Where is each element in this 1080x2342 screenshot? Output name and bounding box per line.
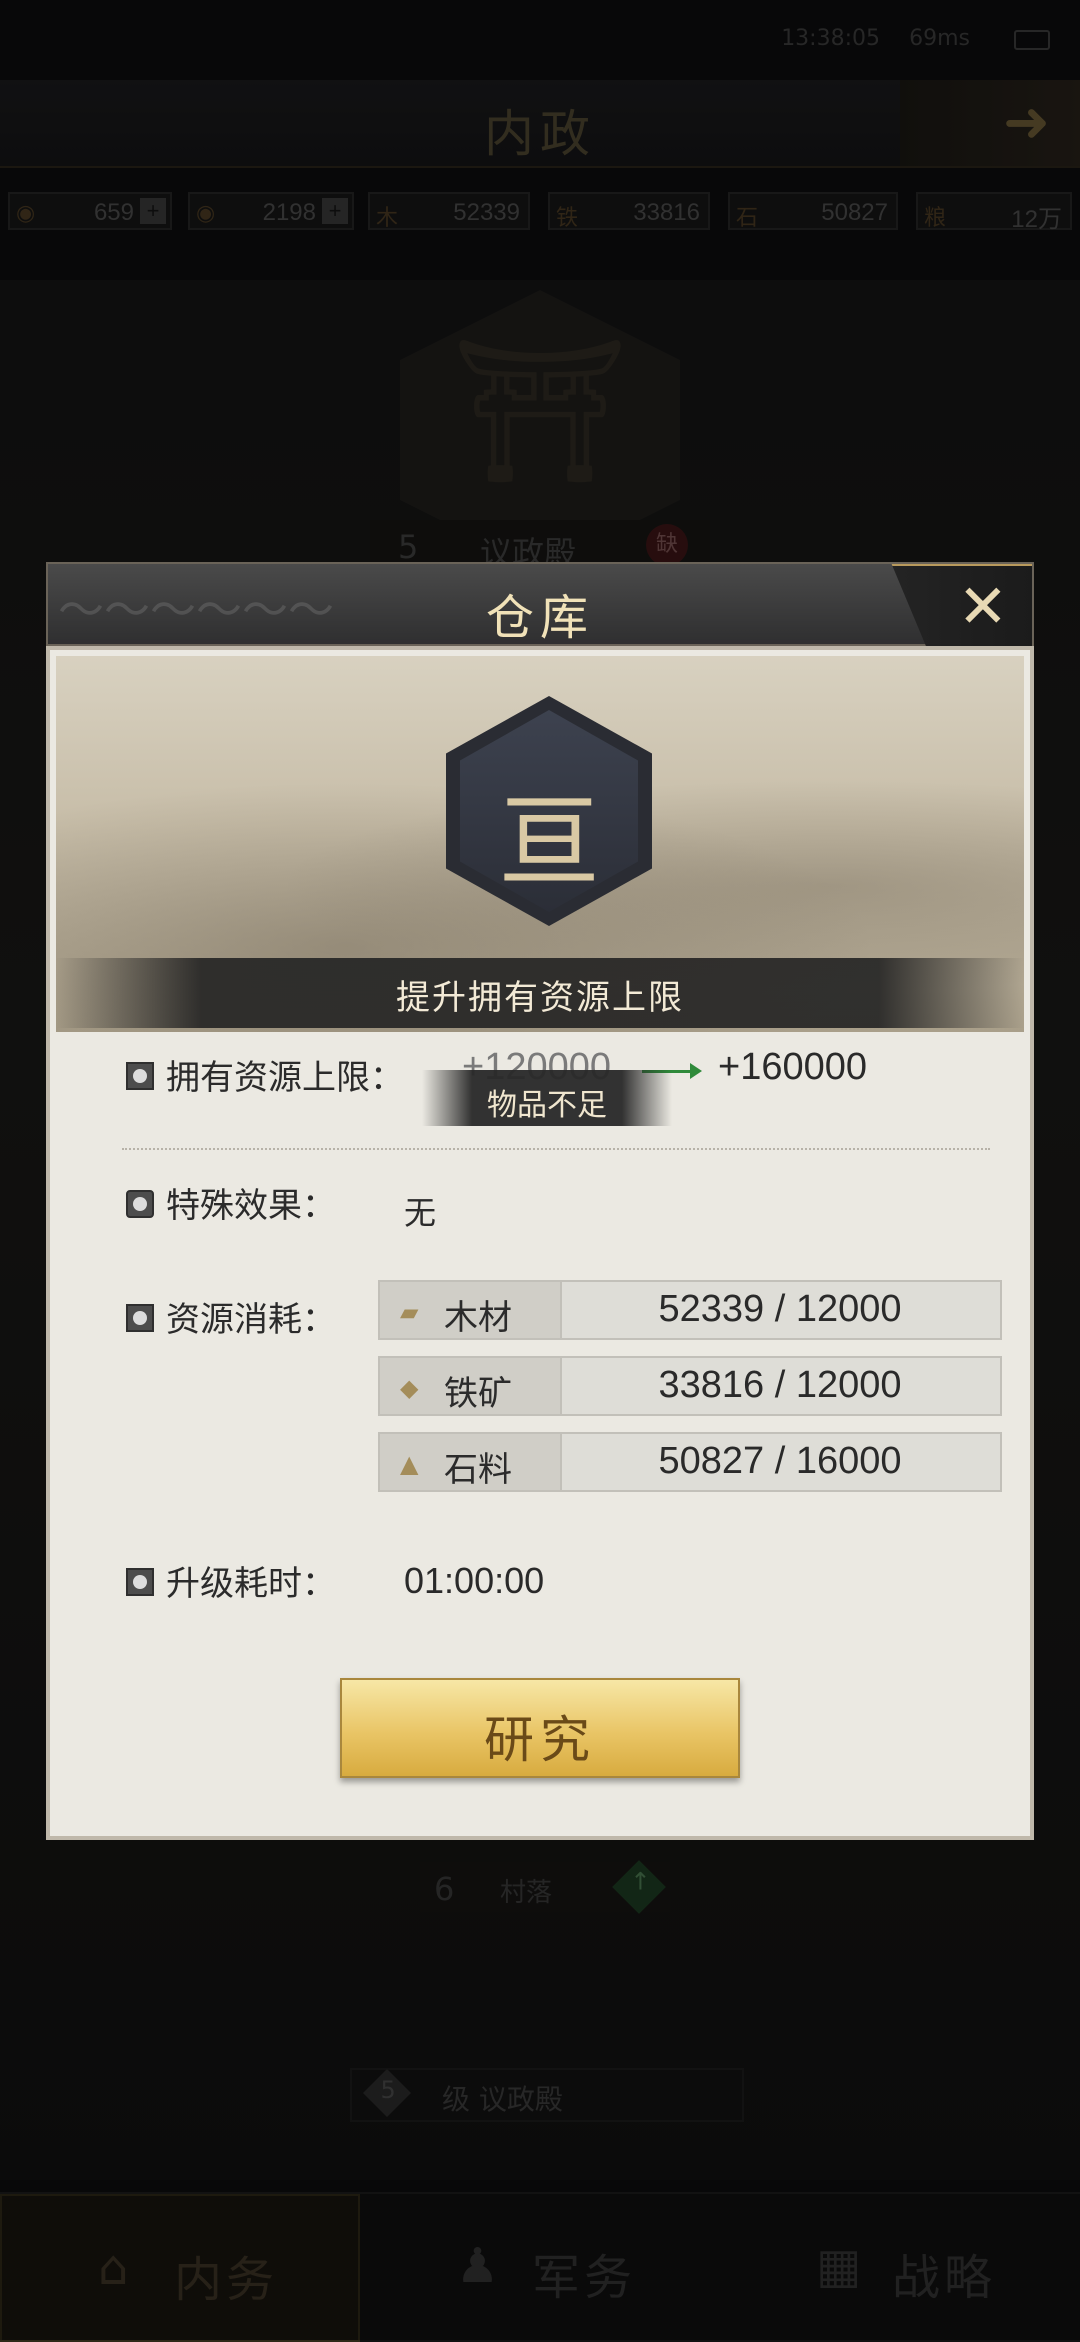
stone-icon: ▲ — [400, 1450, 419, 1478]
upgrade-time-value: 01:00:00 — [404, 1560, 545, 1601]
storage-icon — [126, 1062, 154, 1090]
effect-value: 无 — [404, 1194, 437, 1232]
cost-row-iron: ◆ 铁矿 33816 / 12000 — [378, 1356, 1002, 1416]
cost-icon — [126, 1304, 154, 1332]
dialog-title: 仓库 — [485, 590, 594, 646]
hourglass-icon — [126, 1568, 154, 1596]
close-icon: ✕ — [957, 572, 1008, 642]
cost-row-wood: ▰ 木材 52339 / 12000 — [378, 1280, 1002, 1340]
insufficient-items-toast: 物品不足 — [422, 1070, 672, 1126]
effect-label: 特殊效果： — [166, 1186, 336, 1226]
research-button[interactable]: 研究 — [340, 1678, 740, 1778]
capacity-label: 拥有资源上限： — [166, 1058, 404, 1098]
capacity-next: +160000 — [718, 1046, 867, 1088]
banner-caption: 提升拥有资源上限 — [56, 958, 1024, 1028]
iron-icon: ◆ — [400, 1374, 419, 1402]
cost-row-stone: ▲ 石料 50827 / 16000 — [378, 1432, 1002, 1492]
cost-label: 资源消耗： — [166, 1300, 336, 1340]
dialog-header: 〜〜〜〜〜〜 仓库 ✕ — [46, 562, 1034, 650]
wood-icon: ▰ — [400, 1298, 419, 1326]
dialog-body: 亘 提升拥有资源上限 拥有资源上限： +120000 +160000 物品不足 … — [46, 646, 1034, 1840]
divider — [122, 1148, 990, 1153]
upgrade-time-label: 升级耗时： — [166, 1564, 336, 1604]
building-banner: 亘 提升拥有资源上限 — [56, 656, 1024, 1032]
warehouse-dialog: 〜〜〜〜〜〜 仓库 ✕ 亘 提升拥有资源上限 拥有资源上限： +120000 +… — [46, 562, 1034, 1840]
effect-icon — [126, 1190, 154, 1218]
